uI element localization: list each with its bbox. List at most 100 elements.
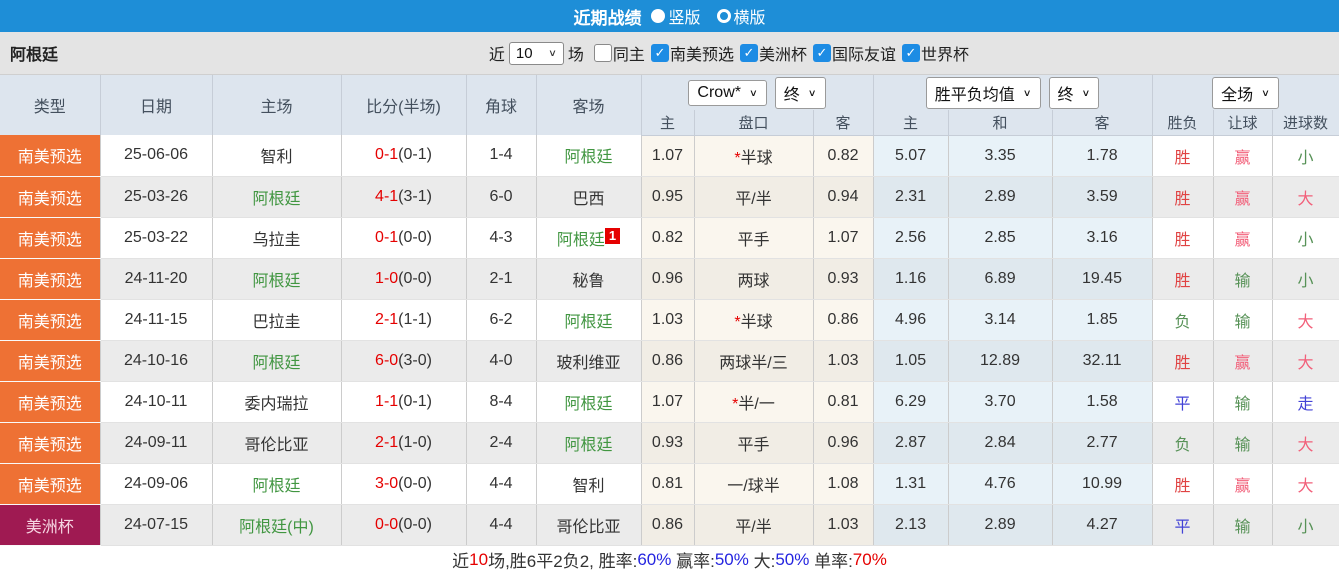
- cell-result: 负: [1152, 422, 1214, 464]
- score-halftime: (0-1): [398, 146, 432, 164]
- handicap-text: 平手: [737, 436, 770, 454]
- radio-unselected-icon[interactable]: [716, 9, 731, 23]
- competition-checkbox-group: 同主 ✓ 南美预选 ✓ 美洲杯 ✓ 国际友谊 ✓ 世界杯: [588, 41, 969, 65]
- cell-away-team: 秘鲁: [536, 258, 642, 300]
- cell-away-team: 巴西: [536, 176, 642, 218]
- cell-score: 2-1(1-0): [341, 422, 467, 464]
- match-count-select[interactable]: 10 ∨: [508, 41, 564, 65]
- odds-company-select[interactable]: Crow* ∨: [688, 79, 767, 106]
- summary-segment: 10: [469, 549, 489, 569]
- cell-mean-away: 1.58: [1052, 381, 1153, 423]
- cell-odds-away: 0.81: [813, 381, 874, 423]
- cell-away-team: 阿根廷 1: [536, 217, 642, 259]
- cell-handicap-result: 赢: [1213, 217, 1273, 259]
- table-row: 美洲杯 24-07-15 阿根廷(中) 0-0(0-0) 4-4 哥伦比亚 0.86 平/半 1…: [0, 504, 1339, 546]
- cell-handicap-result: 输: [1213, 299, 1273, 341]
- cell-odds-home: 0.86: [641, 340, 695, 382]
- cell-home-team: 阿根廷: [212, 463, 342, 505]
- cell-type: 南美预选: [0, 422, 101, 464]
- layout-option[interactable]: 竖版: [651, 4, 701, 28]
- table-row: 南美预选 25-06-06 智利 0-1(0-1) 1-4 阿根廷 1.07 *半球 0.82 5…: [0, 135, 1339, 177]
- checkbox-checked[interactable]: ✓: [812, 44, 831, 62]
- cell-date: 24-07-15: [100, 504, 213, 546]
- cell-odds-away: 1.03: [813, 504, 874, 546]
- col-away: 客场: [536, 75, 642, 135]
- table-row: 南美预选 25-03-22 乌拉圭 0-1(0-0) 4-3 阿根廷 1 0.82 平手 1.07…: [0, 217, 1339, 259]
- cell-handicap-result: 赢: [1213, 340, 1273, 382]
- mean-type-select[interactable]: 胜平负均值 ∨: [925, 76, 1041, 109]
- cell-odds-home: 1.03: [641, 299, 695, 341]
- cell-result: 负: [1152, 299, 1214, 341]
- cell-mean-home: 2.13: [873, 504, 949, 546]
- cell-mean-home: 1.16: [873, 258, 949, 300]
- cell-type: 南美预选: [0, 340, 101, 382]
- cell-type: 美洲杯: [0, 504, 101, 546]
- cell-handicap-result: 赢: [1213, 463, 1273, 505]
- away-team-name: 阿根廷: [564, 436, 613, 454]
- checkbox-checked[interactable]: ✓: [650, 44, 669, 62]
- cell-goals: 小: [1272, 135, 1339, 177]
- filter-label: 国际友谊: [831, 47, 896, 64]
- cell-corners: 6-2: [466, 299, 537, 341]
- cell-odds-home: 0.82: [641, 217, 695, 259]
- cell-mean-draw: 6.89: [948, 258, 1053, 300]
- table-row: 南美预选 24-11-20 阿根廷 1-0(0-0) 2-1 秘鲁 0.96 两球 0.93 1.…: [0, 258, 1339, 300]
- summary-segment: 赢率:: [671, 552, 715, 571]
- cell-goals: 大: [1272, 463, 1339, 505]
- score-fulltime: 0-1: [375, 228, 399, 246]
- away-team-name: 玻利维亚: [556, 354, 621, 372]
- checkbox-checked[interactable]: ✓: [901, 44, 920, 62]
- score-fulltime: 2-1: [375, 310, 399, 328]
- cell-mean-away: 10.99: [1052, 463, 1153, 505]
- cell-handicap: *半球: [694, 135, 814, 177]
- table-row: 南美预选 24-10-16 阿根廷 6-0(3-0) 4-0 玻利维亚 0.86 两球半/三 1…: [0, 340, 1339, 382]
- table-row: 南美预选 25-03-26 阿根廷 4-1(3-1) 6-0 巴西 0.95 平/半 0.94 2…: [0, 176, 1339, 218]
- chevron-down-icon: ∨: [1261, 86, 1270, 99]
- cell-away-team: 阿根廷: [536, 299, 642, 341]
- cell-date: 24-11-20: [100, 258, 213, 300]
- table-row: 南美预选 24-09-06 阿根廷 3-0(0-0) 4-4 智利 0.81 一/球半 1.08…: [0, 463, 1339, 505]
- cell-corners: 8-4: [466, 381, 537, 423]
- cell-goals: 大: [1272, 340, 1339, 382]
- cell-corners: 4-3: [466, 217, 537, 259]
- cell-home-team: 阿根廷: [212, 340, 342, 382]
- scope-select[interactable]: 全场 ∨: [1212, 76, 1279, 109]
- cell-score: 0-1(0-0): [341, 217, 467, 259]
- handicap-text: 平手: [737, 231, 770, 249]
- table-row: 南美预选 24-09-11 哥伦比亚 2-1(1-0) 2-4 阿根廷 0.93 平手 0.96…: [0, 422, 1339, 464]
- radio-selected-icon[interactable]: [651, 9, 666, 23]
- mean-time-select[interactable]: 终 ∨: [1048, 76, 1100, 109]
- checkbox-checked[interactable]: ✓: [739, 44, 758, 62]
- summary-segment: 大:: [748, 552, 776, 571]
- score-halftime: (0-1): [398, 392, 432, 410]
- cell-goals: 大: [1272, 299, 1339, 341]
- cell-home-team: 巴拉圭: [212, 299, 342, 341]
- away-team-name: 智利: [572, 477, 605, 495]
- cell-home-team: 阿根廷: [212, 258, 342, 300]
- cell-mean-draw: 2.89: [948, 176, 1053, 218]
- matches-label: 场: [567, 47, 584, 64]
- cell-mean-away: 19.45: [1052, 258, 1153, 300]
- cell-handicap-result: 赢: [1213, 176, 1273, 218]
- col-home: 主场: [212, 75, 342, 135]
- checkbox-unchecked[interactable]: [593, 44, 612, 62]
- chevron-down-icon: ∨: [748, 86, 758, 99]
- cell-corners: 4-4: [466, 463, 537, 505]
- scope-group-header: 全场 ∨: [1152, 75, 1339, 110]
- away-badge: 1: [604, 227, 621, 244]
- cell-handicap-result: 输: [1213, 381, 1273, 423]
- odds-time-select[interactable]: 终 ∨: [774, 76, 826, 109]
- col-date: 日期: [100, 75, 213, 135]
- cell-odds-away: 0.86: [813, 299, 874, 341]
- score-halftime: (0-0): [398, 228, 432, 246]
- cell-odds-home: 0.86: [641, 504, 695, 546]
- cell-mean-draw: 2.84: [948, 422, 1053, 464]
- filter-label: 世界杯: [920, 47, 969, 64]
- cell-score: 0-1(0-1): [341, 135, 467, 177]
- layout-option[interactable]: 横版: [716, 4, 766, 28]
- filter-label: 同主: [612, 47, 645, 64]
- filter-label: 南美预选: [669, 47, 734, 64]
- cell-goals: 大: [1272, 176, 1339, 218]
- cell-date: 25-06-06: [100, 135, 213, 177]
- col-mean-home: 主: [873, 110, 949, 136]
